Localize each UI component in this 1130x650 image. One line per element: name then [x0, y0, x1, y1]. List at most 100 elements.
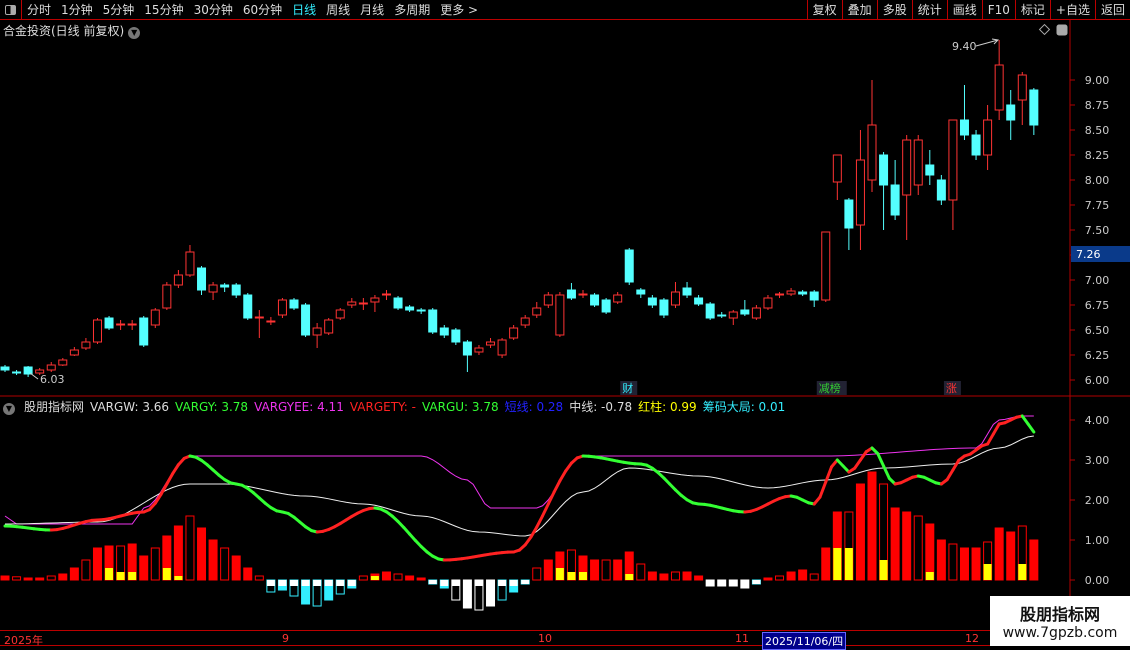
event-marker: 涨 — [946, 382, 957, 395]
red-bar — [1006, 531, 1016, 581]
candle — [994, 40, 1004, 120]
red-bar — [220, 547, 230, 581]
candle — [381, 290, 391, 300]
candle-body — [1006, 104, 1016, 121]
candle-body — [69, 349, 79, 356]
candle-body — [659, 299, 669, 316]
red-bar — [694, 575, 704, 581]
panel-icon — [1056, 24, 1068, 36]
candle — [1017, 72, 1027, 125]
candle-body — [324, 319, 334, 334]
candle-body — [1017, 74, 1027, 101]
candle-body — [613, 294, 623, 303]
vargy-line-segment — [535, 514, 545, 529]
candle — [786, 288, 796, 296]
candle — [428, 308, 438, 334]
kline-chart[interactable]: 9.008.758.508.258.007.757.507.257.006.75… — [0, 0, 1130, 650]
red-bar — [775, 575, 785, 581]
red-bar — [58, 573, 68, 581]
candle — [405, 305, 415, 312]
candle-body — [173, 274, 183, 286]
candle-body — [23, 366, 33, 375]
arrow-icon — [975, 38, 1000, 47]
white-cap — [451, 580, 460, 586]
indicator-value: VARGW: 3.66 — [90, 400, 170, 414]
indicator-axis-label: 0.00 — [1085, 574, 1110, 587]
price-label: 8.50 — [1085, 124, 1110, 137]
candle-body — [670, 291, 680, 306]
price-label: 7.50 — [1085, 224, 1110, 237]
candle — [358, 298, 368, 310]
candle-body — [474, 347, 484, 353]
candle — [670, 282, 680, 308]
price-label: 8.25 — [1085, 149, 1110, 162]
red-bar — [971, 547, 981, 581]
candle — [0, 365, 10, 372]
white-cap — [440, 580, 449, 586]
candle — [948, 119, 958, 230]
candle-body — [925, 164, 935, 176]
candle-body — [486, 341, 496, 346]
red-bar — [613, 559, 623, 581]
indicator-value: 筹码大局: 0.01 — [702, 400, 786, 414]
candle-body — [936, 179, 946, 201]
red-bar — [139, 555, 149, 581]
candle-body — [763, 297, 773, 309]
white-cap — [347, 580, 356, 586]
red-bar — [23, 577, 33, 581]
candle-body — [0, 366, 10, 371]
red-bar — [254, 575, 264, 581]
red-bar — [590, 559, 600, 581]
candle — [162, 282, 172, 310]
candle-body — [185, 251, 195, 276]
white-cap — [509, 580, 518, 586]
candle-body — [150, 309, 160, 326]
candle-body — [497, 339, 507, 356]
yellow-bar — [983, 564, 992, 580]
candle — [647, 295, 657, 308]
white-cap — [498, 580, 507, 586]
white-cap — [324, 580, 333, 586]
red-bar — [197, 527, 207, 581]
candle-body — [220, 284, 230, 288]
red-bar — [46, 575, 56, 581]
red-bar — [994, 527, 1004, 581]
vargy-line-segment — [541, 502, 550, 518]
red-bar — [948, 543, 958, 581]
candle — [243, 293, 253, 320]
indicator-menu-icon[interactable]: ▼ — [3, 403, 15, 415]
candle-body — [520, 317, 530, 326]
candle-body — [92, 319, 102, 343]
candle-body — [104, 317, 114, 329]
red-bar — [405, 575, 415, 581]
red-bar — [809, 573, 819, 581]
candle — [821, 231, 831, 302]
candle — [971, 130, 981, 160]
price-label: 7.75 — [1085, 199, 1110, 212]
candle — [532, 302, 542, 318]
vargy-line-segment — [858, 450, 868, 462]
candle-body — [509, 327, 519, 339]
candle-body — [728, 311, 738, 319]
price-label: 6.50 — [1085, 324, 1110, 337]
red-bar — [35, 577, 45, 581]
candle — [740, 300, 750, 316]
candle-body — [555, 294, 565, 336]
candle-body — [58, 359, 68, 366]
candle-body — [543, 294, 553, 306]
current-price: 7.26 — [1076, 248, 1101, 261]
yellow-bar — [1018, 564, 1027, 580]
candle-body — [393, 297, 403, 309]
candle-body — [370, 297, 380, 303]
yellow-bar — [879, 560, 888, 580]
white-cap — [428, 580, 437, 584]
candle-body — [532, 307, 542, 316]
candle — [763, 295, 773, 310]
candle-body — [890, 184, 900, 216]
red-bar — [670, 571, 680, 581]
candle — [12, 370, 22, 375]
candle-body — [46, 364, 56, 371]
white-cap — [313, 580, 322, 586]
candle-body — [902, 139, 912, 196]
indicator-axis-label: 1.00 — [1085, 534, 1110, 547]
